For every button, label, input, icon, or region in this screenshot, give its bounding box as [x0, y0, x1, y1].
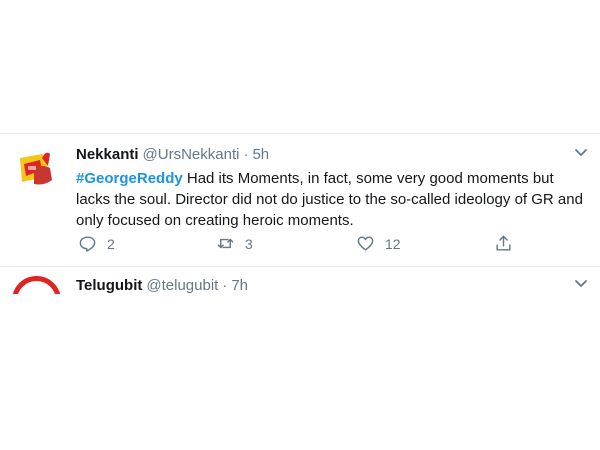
avatar[interactable] [12, 144, 61, 193]
tweet[interactable]: Telugubit @telugubit · 7h [0, 267, 600, 294]
tweet[interactable]: Nekkanti @UrsNekkanti · 5h #GeorgeReddy Had… [0, 134, 600, 266]
tweet-header: Telugubit @telugubit · 7h [76, 277, 248, 294]
chevron-down-icon[interactable] [574, 279, 588, 289]
reply-icon [79, 236, 96, 252]
timeline: Nekkanti @UrsNekkanti · 5h #GeorgeReddy Had… [0, 0, 600, 450]
timestamp[interactable]: 7h [231, 277, 248, 294]
tweet-actions: 2 3 12 [76, 234, 596, 256]
tweet-text: #GeorgeReddy Had its Moments, in fact, s… [76, 168, 596, 231]
retweet-icon [217, 238, 234, 249]
like-count: 12 [385, 235, 401, 252]
retweet-count: 3 [245, 235, 253, 252]
red-ring-logo-icon[interactable] [12, 276, 61, 294]
user-handle[interactable]: @telugubit [146, 277, 218, 294]
display-name[interactable]: Telugubit [76, 277, 142, 294]
share-icon [496, 235, 511, 251]
reply-count: 2 [107, 235, 115, 252]
heart-icon [357, 236, 374, 251]
tweet-text-line: only focused on creating heroic moments. [76, 212, 354, 229]
reply-button[interactable]: 2 [78, 234, 115, 253]
like-button[interactable]: 12 [356, 234, 401, 253]
hashtag-link[interactable]: #GeorgeReddy [76, 170, 183, 187]
share-button[interactable] [494, 234, 513, 253]
thumbs-up-hand-icon [12, 144, 61, 193]
tweet-text-line: lacks the soul. Director did not do just… [76, 191, 583, 208]
separator-dot: · [222, 277, 228, 294]
user-handle[interactable]: @UrsNekkanti [143, 146, 240, 163]
separator-dot: · [243, 146, 249, 163]
display-name[interactable]: Nekkanti [76, 146, 139, 163]
tweet-text-line: Had its Moments, in fact, some very good… [182, 170, 554, 187]
chevron-down-icon[interactable] [574, 148, 588, 158]
timestamp[interactable]: 5h [252, 146, 269, 163]
tweet-header: Nekkanti @UrsNekkanti · 5h [76, 146, 269, 163]
retweet-button[interactable]: 3 [216, 234, 253, 253]
